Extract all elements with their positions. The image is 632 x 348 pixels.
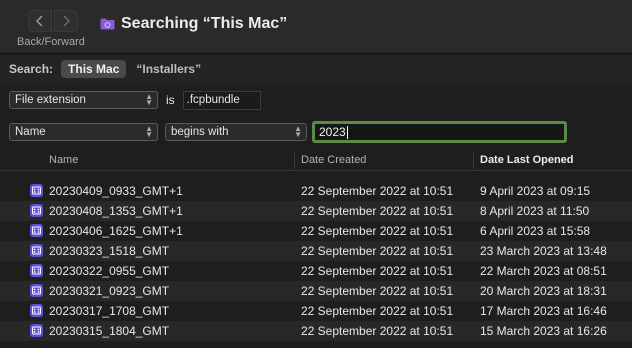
file-name: 20230321_0923_GMT bbox=[49, 284, 170, 298]
table-row[interactable]: 20230322_0955_GMT 22 September 2022 at 1… bbox=[0, 261, 632, 281]
search-scope-bar: Search: This Mac “Installers” bbox=[0, 55, 632, 83]
text-cursor bbox=[346, 125, 348, 139]
back-forward-group bbox=[28, 10, 78, 32]
scope-installers[interactable]: “Installers” bbox=[136, 62, 201, 76]
results-header: Name Date Created Date Last Opened bbox=[0, 151, 632, 171]
attribute-select-value: File extension bbox=[15, 94, 86, 106]
date-last-opened: 17 March 2023 at 16:46 bbox=[480, 304, 607, 318]
operator-label: is bbox=[166, 93, 175, 107]
table-row[interactable]: 20230323_1518_GMT 22 September 2022 at 1… bbox=[0, 241, 632, 261]
date-last-opened: 9 April 2023 at 09:15 bbox=[480, 184, 591, 198]
column-divider[interactable] bbox=[473, 153, 474, 169]
date-created: 22 September 2022 at 10:51 bbox=[301, 244, 454, 258]
search-label: Search: bbox=[9, 62, 54, 76]
date-created: 22 September 2022 at 10:51 bbox=[301, 224, 454, 238]
file-name: 20230322_0955_GMT bbox=[49, 264, 170, 278]
fcp-library-icon bbox=[30, 224, 43, 237]
name-value-text: 2023 bbox=[319, 125, 346, 139]
table-row[interactable]: 20230408_1353_GMT+1 22 September 2022 at… bbox=[0, 201, 632, 221]
fcp-library-icon bbox=[30, 284, 43, 297]
updown-chevron-icon: ▲ ▼ bbox=[294, 124, 302, 139]
criteria-row-name: Name ▲ ▼ begins with ▲ ▼ 2023 bbox=[0, 120, 632, 144]
window-title: Searching “This Mac” bbox=[100, 15, 287, 33]
table-row[interactable]: 20230409_0933_GMT+1 22 September 2022 at… bbox=[0, 181, 632, 201]
criteria-row-extension: File extension ▲ ▼ is .fcpbundle bbox=[0, 89, 632, 111]
table-row[interactable]: 20230321_0923_GMT 22 September 2022 at 1… bbox=[0, 281, 632, 301]
fcp-library-icon bbox=[30, 264, 43, 277]
fcp-library-icon bbox=[30, 204, 43, 217]
updown-chevron-icon: ▲ ▼ bbox=[145, 124, 153, 139]
attribute-select[interactable]: Name ▲ ▼ bbox=[9, 123, 158, 141]
table-row[interactable]: 20230406_1625_GMT+1 22 September 2022 at… bbox=[0, 221, 632, 241]
file-name: 20230323_1518_GMT bbox=[49, 244, 170, 258]
fcp-library-icon bbox=[30, 304, 43, 317]
file-name: 20230317_1708_GMT bbox=[49, 304, 170, 318]
chevron-left-icon bbox=[35, 15, 43, 27]
date-created: 22 September 2022 at 10:51 bbox=[301, 284, 454, 298]
table-row[interactable]: 20230315_1804_GMT 22 September 2022 at 1… bbox=[0, 321, 632, 341]
operator-select[interactable]: begins with ▲ ▼ bbox=[165, 123, 307, 141]
date-last-opened: 23 March 2023 at 13:48 bbox=[480, 244, 607, 258]
name-value-field[interactable]: 2023 bbox=[312, 121, 567, 143]
date-last-opened: 15 March 2023 at 16:26 bbox=[480, 324, 607, 338]
attribute-select-value: Name bbox=[15, 126, 46, 138]
column-header-date-last-opened[interactable]: Date Last Opened bbox=[480, 154, 574, 166]
file-name: 20230406_1625_GMT+1 bbox=[49, 224, 183, 238]
scope-this-mac[interactable]: This Mac bbox=[61, 60, 127, 78]
date-created: 22 September 2022 at 10:51 bbox=[301, 304, 454, 318]
date-last-opened: 20 March 2023 at 18:31 bbox=[480, 284, 607, 298]
fcp-library-icon bbox=[30, 324, 43, 337]
extension-value-field[interactable]: .fcpbundle bbox=[182, 90, 261, 110]
column-divider[interactable] bbox=[294, 153, 295, 169]
forward-button[interactable] bbox=[54, 10, 78, 32]
chevron-right-icon bbox=[63, 15, 71, 27]
file-name: 20230315_1804_GMT bbox=[49, 324, 170, 338]
table-row[interactable]: 20230317_1708_GMT 22 September 2022 at 1… bbox=[0, 301, 632, 321]
window-toolbar: Back/Forward Searching “This Mac” bbox=[0, 0, 632, 54]
date-created: 22 September 2022 at 10:51 bbox=[301, 204, 454, 218]
file-name: 20230409_0933_GMT+1 bbox=[49, 184, 183, 198]
column-header-date-created[interactable]: Date Created bbox=[301, 154, 366, 166]
attribute-select[interactable]: File extension ▲ ▼ bbox=[9, 91, 158, 109]
date-last-opened: 22 March 2023 at 08:51 bbox=[480, 264, 607, 278]
column-header-name[interactable]: Name bbox=[49, 154, 78, 166]
updown-chevron-icon: ▲ ▼ bbox=[145, 92, 153, 107]
date-created: 22 September 2022 at 10:51 bbox=[301, 324, 454, 338]
back-button[interactable] bbox=[28, 10, 52, 32]
results-list: 20230409_0933_GMT+1 22 September 2022 at… bbox=[0, 181, 632, 341]
smart-folder-icon bbox=[100, 18, 115, 30]
fcp-library-icon bbox=[30, 184, 43, 197]
date-last-opened: 8 April 2023 at 11:50 bbox=[480, 204, 590, 218]
date-created: 22 September 2022 at 10:51 bbox=[301, 184, 454, 198]
date-last-opened: 6 April 2023 at 15:58 bbox=[480, 224, 591, 238]
window-title-text: Searching “This Mac” bbox=[121, 15, 288, 32]
back-forward-label: Back/Forward bbox=[17, 36, 85, 48]
file-name: 20230408_1353_GMT+1 bbox=[49, 204, 183, 218]
date-created: 22 September 2022 at 10:51 bbox=[301, 264, 454, 278]
fcp-library-icon bbox=[30, 244, 43, 257]
operator-select-value: begins with bbox=[171, 126, 229, 138]
